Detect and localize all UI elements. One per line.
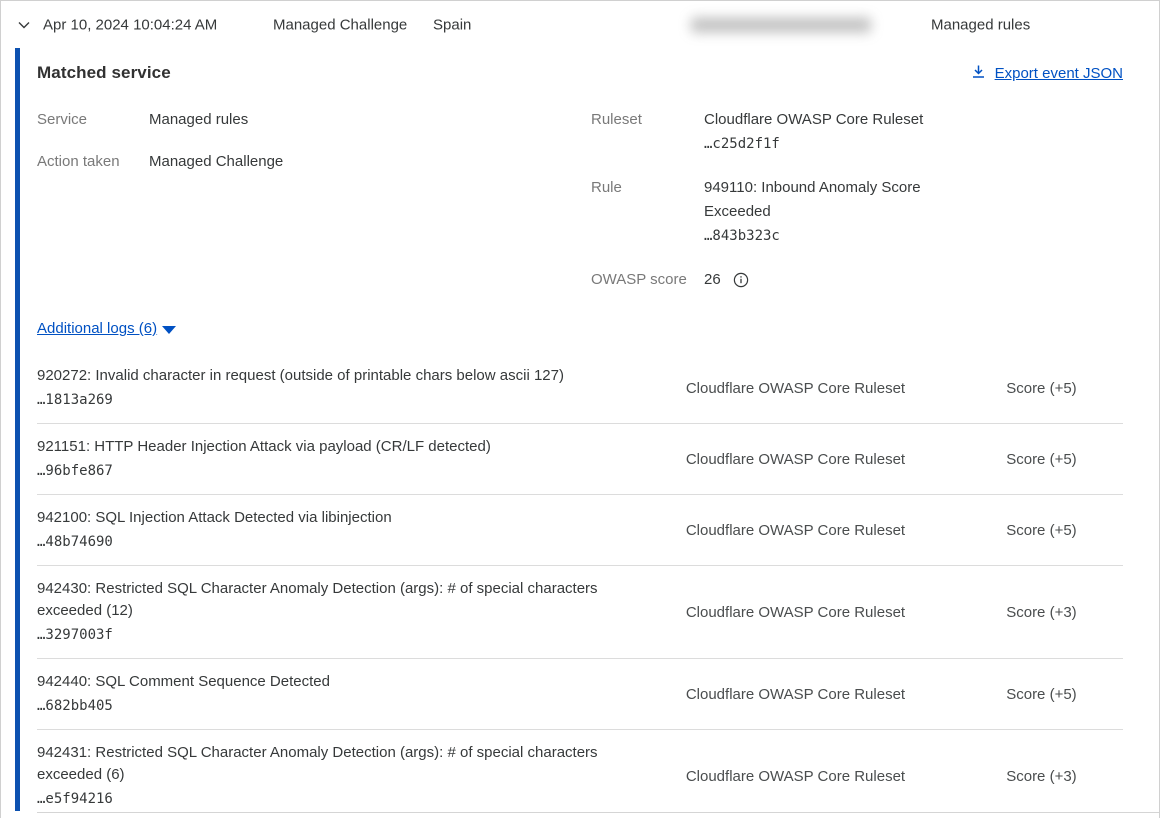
owasp-score-label: OWASP score <box>591 268 704 292</box>
additional-logs-toggle[interactable]: Additional logs (6) <box>37 320 176 337</box>
caret-down-icon <box>162 326 176 334</box>
log-row: 920272: Invalid character in request (ou… <box>37 353 1123 424</box>
event-row-header[interactable]: Apr 10, 2024 10:04:24 AM Managed Challen… <box>1 1 1159 48</box>
log-row: 921151: HTTP Header Injection Attack via… <box>37 424 1123 495</box>
service-label: Service <box>37 108 149 132</box>
ruleset-field: Ruleset Cloudflare OWASP Core Ruleset …c… <box>591 108 1123 156</box>
firewall-event-detail-panel: Apr 10, 2024 10:04:24 AM Managed Challen… <box>0 0 1160 818</box>
log-rule-id: …682bb405 <box>37 695 656 717</box>
next-row-divider <box>37 812 1159 813</box>
ruleset-name: Cloudflare OWASP Core Ruleset <box>704 108 923 132</box>
log-score: Score (+5) <box>1006 522 1123 539</box>
owasp-score-value: 26 <box>704 268 721 292</box>
event-timestamp: Apr 10, 2024 10:04:24 AM <box>43 16 217 33</box>
log-ruleset: Cloudflare OWASP Core Ruleset <box>686 451 1006 468</box>
log-score: Score (+3) <box>1006 604 1123 621</box>
service-field: Service Managed rules <box>37 108 591 132</box>
action-taken-value: Managed Challenge <box>149 150 283 174</box>
log-rule-id: …1813a269 <box>37 389 656 411</box>
matched-service-title: Matched service <box>37 63 171 83</box>
event-service: Managed rules <box>931 16 1030 33</box>
log-ruleset: Cloudflare OWASP Core Ruleset <box>686 604 1006 621</box>
log-description: 921151: HTTP Header Injection Attack via… <box>37 436 656 458</box>
matched-service-details: Service Managed rules Action taken Manag… <box>37 108 1123 312</box>
action-taken-label: Action taken <box>37 150 149 174</box>
event-action: Managed Challenge <box>273 16 407 33</box>
log-rule-id: …e5f94216 <box>37 788 656 810</box>
event-country: Spain <box>433 16 471 33</box>
log-ruleset: Cloudflare OWASP Core Ruleset <box>686 380 1006 397</box>
log-description: 942430: Restricted SQL Character Anomaly… <box>37 578 656 622</box>
rule-name: 949110: Inbound Anomaly Score Exceeded <box>704 176 954 224</box>
rule-label: Rule <box>591 176 704 248</box>
log-row: 942440: SQL Comment Sequence Detected …6… <box>37 659 1123 730</box>
log-row: 942100: SQL Injection Attack Detected vi… <box>37 495 1123 566</box>
log-ruleset: Cloudflare OWASP Core Ruleset <box>686 686 1006 703</box>
additional-logs-label: Additional logs (6) <box>37 320 157 337</box>
log-ruleset: Cloudflare OWASP Core Ruleset <box>686 768 1006 785</box>
redacted-client-info <box>691 17 871 32</box>
additional-logs-table: 920272: Invalid character in request (ou… <box>37 353 1123 818</box>
service-value: Managed rules <box>149 108 248 132</box>
log-description: 942100: SQL Injection Attack Detected vi… <box>37 507 656 529</box>
log-description: 942440: SQL Comment Sequence Detected <box>37 671 656 693</box>
log-row: 942431: Restricted SQL Character Anomaly… <box>37 730 1123 818</box>
info-icon[interactable] <box>733 272 749 288</box>
export-event-json-link[interactable]: Export event JSON <box>971 64 1123 83</box>
log-rule-id: …3297003f <box>37 624 656 646</box>
log-score: Score (+5) <box>1006 380 1123 397</box>
log-score: Score (+5) <box>1006 451 1123 468</box>
owasp-score-field: OWASP score 26 <box>591 268 1123 292</box>
log-description: 920272: Invalid character in request (ou… <box>37 365 656 387</box>
chevron-down-icon[interactable] <box>14 15 34 35</box>
log-row: 942430: Restricted SQL Character Anomaly… <box>37 566 1123 659</box>
export-event-json-label: Export event JSON <box>995 65 1123 82</box>
action-taken-field: Action taken Managed Challenge <box>37 150 591 174</box>
event-detail-body: Matched service Export event JSON Servic… <box>1 48 1159 818</box>
rule-field: Rule 949110: Inbound Anomaly Score Excee… <box>591 176 1123 248</box>
log-ruleset: Cloudflare OWASP Core Ruleset <box>686 522 1006 539</box>
download-icon <box>971 64 986 83</box>
log-rule-id: …48b74690 <box>37 531 656 553</box>
log-rule-id: …96bfe867 <box>37 460 656 482</box>
ruleset-id: …c25d2f1f <box>704 132 923 156</box>
log-score: Score (+5) <box>1006 686 1123 703</box>
ruleset-label: Ruleset <box>591 108 704 156</box>
rule-id: …843b323c <box>704 224 954 248</box>
log-score: Score (+3) <box>1006 768 1123 785</box>
log-description: 942431: Restricted SQL Character Anomaly… <box>37 742 656 786</box>
